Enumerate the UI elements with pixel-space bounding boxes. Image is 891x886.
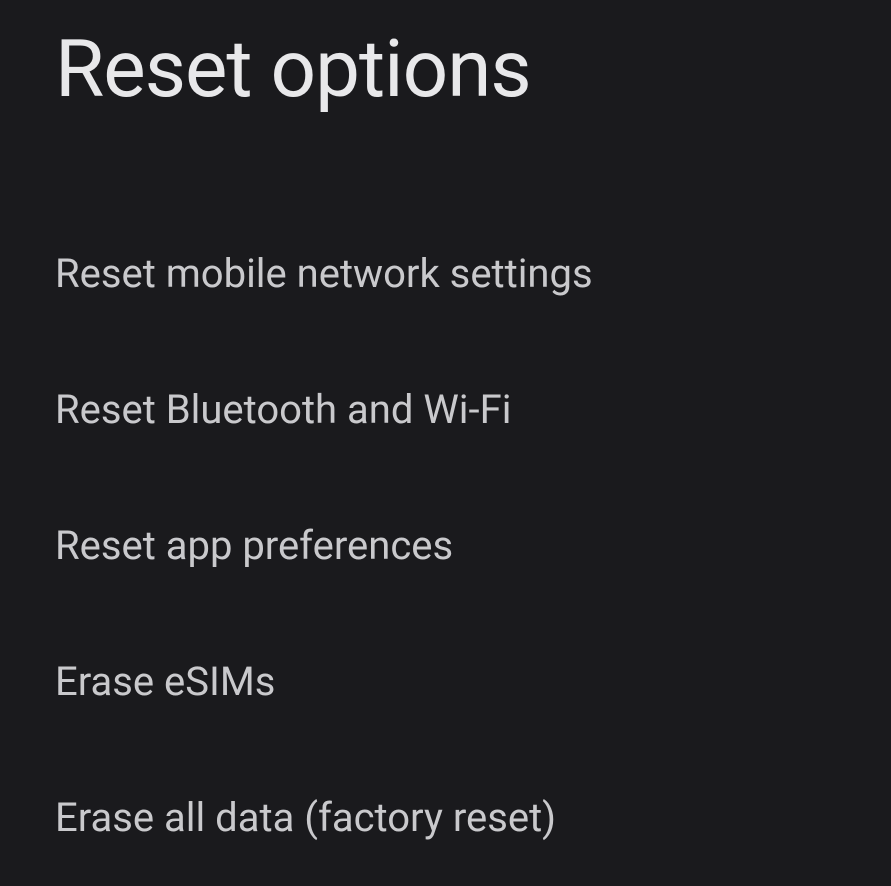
menu-item-reset-app-preferences[interactable]: Reset app preferences xyxy=(55,478,891,614)
page-title: Reset options xyxy=(55,25,891,113)
menu-item-erase-esims[interactable]: Erase eSIMs xyxy=(55,614,891,750)
menu-item-reset-mobile-network[interactable]: Reset mobile network settings xyxy=(55,206,891,342)
menu-item-reset-bluetooth-wifi[interactable]: Reset Bluetooth and Wi-Fi xyxy=(55,342,891,478)
menu-item-erase-all-data[interactable]: Erase all data (factory reset) xyxy=(55,750,891,886)
reset-options-list: Reset mobile network settings Reset Blue… xyxy=(55,206,891,886)
